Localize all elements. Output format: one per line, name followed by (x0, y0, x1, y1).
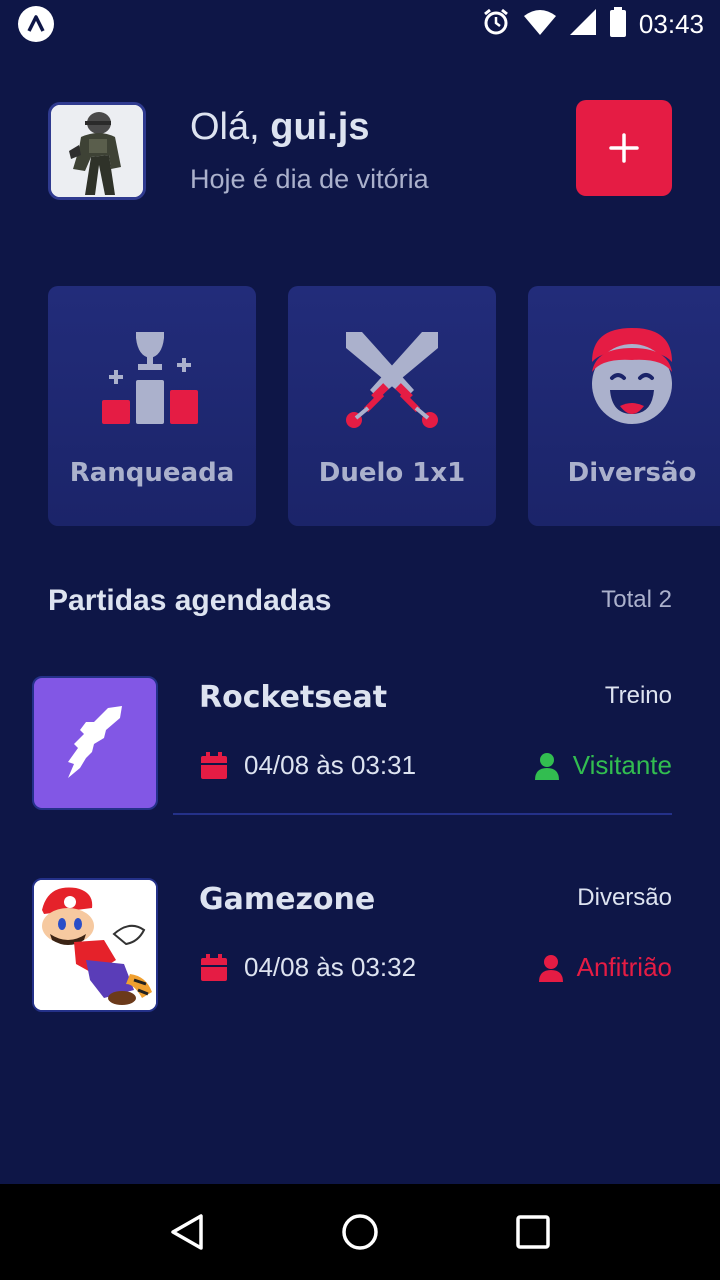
back-icon[interactable] (157, 1202, 217, 1262)
guild-name: Gamezone (199, 882, 376, 917)
category-diversao[interactable]: Diversão (528, 286, 720, 526)
status-bar: 03:43 (0, 0, 720, 48)
guild-name: Rocketseat (199, 680, 388, 715)
username: gui.js (270, 106, 370, 148)
section-title: Partidas agendadas (48, 584, 332, 617)
greeting-subtitle: Hoje é dia de vitória (190, 164, 429, 194)
recents-icon[interactable] (503, 1202, 563, 1262)
greeting-prefix: Olá, (190, 106, 260, 148)
appointment-role: Visitante (534, 750, 672, 781)
appointments-total: Total 2 (601, 586, 672, 613)
appointment-category: Treino (604, 682, 672, 709)
rocket-logo-icon (68, 706, 122, 778)
system-nav-bar (0, 1184, 720, 1280)
avatar[interactable] (48, 102, 146, 200)
signal-icon (569, 8, 597, 40)
calendar-icon (201, 751, 227, 779)
add-appointment-button[interactable] (576, 100, 672, 196)
guild-image (32, 878, 158, 1012)
status-time: 03:43 (638, 8, 704, 39)
calendar-icon (201, 953, 227, 981)
category-label: Duelo 1x1 (318, 458, 466, 488)
appointment-date: 04/08 às 03:32 (200, 952, 416, 983)
battery-icon (609, 7, 627, 41)
category-ranqueada[interactable]: Ranqueada (48, 286, 256, 526)
home-icon[interactable] (330, 1202, 390, 1262)
ranking-podium-icon (102, 326, 202, 430)
guild-image (32, 676, 158, 810)
category-label: Ranqueada (69, 458, 235, 488)
app-logo-icon (18, 6, 54, 42)
appointment-date: 04/08 às 03:31 (200, 750, 416, 781)
player-icon (534, 752, 559, 780)
greeting: Olá, gui.js (190, 106, 370, 149)
role-text: Anfitrião (576, 952, 672, 982)
wifi-icon (523, 8, 557, 40)
alarm-icon (481, 7, 511, 41)
date-text: 04/08 às 03:32 (244, 952, 417, 982)
appointment-role: Anfitrião (538, 952, 672, 983)
appointment-category: Diversão (577, 884, 672, 911)
role-text: Visitante (572, 750, 672, 780)
player-icon (538, 954, 563, 982)
category-label: Diversão (567, 458, 697, 488)
appointment-item[interactable]: Rocketseat Treino 04/08 às 03:31 Visitan… (32, 676, 672, 812)
laughing-face-icon (582, 326, 682, 430)
plus-icon (609, 133, 639, 163)
mario-character-icon (34, 880, 156, 1010)
appointment-item[interactable]: Gamezone Diversão 04/08 às 03:32 Anfitri… (32, 878, 672, 1014)
date-text: 04/08 às 03:31 (244, 750, 417, 780)
crossed-swords-icon (342, 326, 442, 430)
category-list[interactable]: Ranqueada Duelo 1x1 Diversão (48, 286, 720, 526)
profile-header: Olá, gui.js Hoje é dia de vitória (48, 100, 672, 200)
category-duelo[interactable]: Duelo 1x1 (288, 286, 496, 526)
list-divider (173, 813, 672, 815)
